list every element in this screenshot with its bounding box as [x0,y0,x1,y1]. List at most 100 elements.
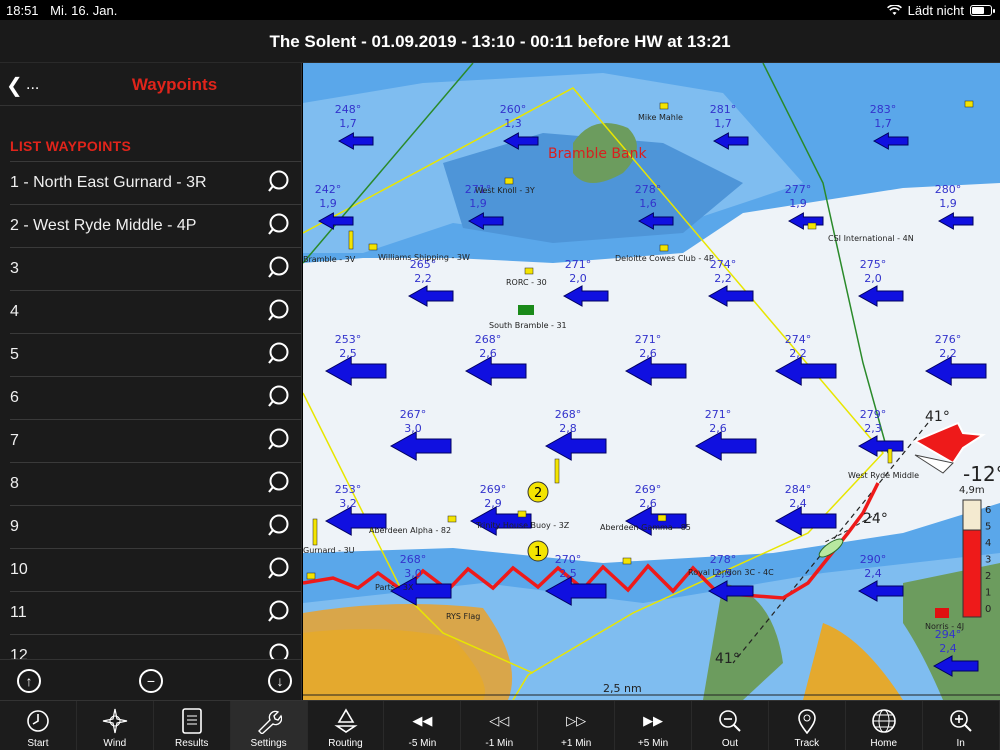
toolbar-button-in[interactable]: In [923,701,1000,750]
search-icon[interactable] [267,213,291,237]
search-icon[interactable] [267,471,291,495]
waypoint-row[interactable]: 8 [10,462,301,505]
waypoint-row[interactable]: 5 [10,333,301,376]
waypoint-row[interactable]: 2 - West Ryde Middle - 4P [10,204,301,247]
current-speed-label: 2,6 [639,497,657,510]
waypoints-panel: ❮ ... Waypoints LIST WAYPOINTS 1 - North… [0,63,302,700]
waypoint-row[interactable]: 3 [10,247,301,290]
toolbar-label: Out [721,738,739,749]
toolbar-button-track[interactable]: Track [769,701,846,750]
toolbar-button--1-min[interactable]: ◁◁ -1 Min [461,701,539,750]
rorc-label: RORC - 30 [506,278,547,287]
current-speed-label: 1,3 [504,117,522,130]
waypoint-label: 6 [10,389,19,406]
search-icon[interactable] [267,385,291,409]
toolbar-button--5-min[interactable]: ▶▶ +5 Min [615,701,693,750]
waypoint-label: 2 - West Ryde Middle - 4P [10,217,197,234]
search-icon[interactable] [267,600,291,624]
toolbar-button-results[interactable]: Results [154,701,231,750]
nautical-chart[interactable]: 248° 1,7 260° 1,3 281° 1,7 283° 1,7 242° 1,9 271° 1… [303,63,1000,700]
waypoint-row[interactable]: 9 [10,505,301,548]
toolbar-button-settings[interactable]: Settings [230,701,308,750]
toolbar-button-start[interactable]: Start [0,701,77,750]
waypoint-row[interactable]: 11 [10,591,301,634]
search-icon[interactable] [267,514,291,538]
toolbar-label: Settings [250,738,287,749]
zoom-in-icon [949,707,973,735]
current-direction-label: 248° [335,103,362,116]
search-icon[interactable] [267,299,291,323]
toolbar-button-out[interactable]: Out [692,701,769,750]
chart-canvas[interactable]: 248°1,7260°1,3281°1,7283°1,7242°1,9271°1… [303,63,1000,700]
search-icon[interactable] [267,557,291,581]
toolbar-button--5-min[interactable]: ◀◀ -5 Min [384,701,462,750]
search-icon[interactable] [267,256,291,280]
current-direction-label: 253° [335,333,362,346]
waypoint-row[interactable]: 4 [10,290,301,333]
current-direction-label: 271° [705,408,732,421]
search-icon[interactable] [267,428,291,452]
clock-icon [26,707,50,735]
rys-flag-label: RYS Flag [446,612,480,621]
red-buoy [935,608,949,618]
current-speed-label: 1,9 [319,197,337,210]
current-direction-label: 275° [860,258,887,271]
current-speed-label: 3,2 [339,497,357,510]
depth-scale-tick: 6 [985,505,991,516]
current-direction-label: 269° [635,483,662,496]
current-direction-label: 271° [565,258,592,271]
scroll-down-button[interactable]: ↓ [268,669,292,693]
depth-scale-tick: 2 [985,571,991,582]
toolbar-button--1-min[interactable]: ▷▷ +1 Min [538,701,616,750]
waypoint-row[interactable]: 10 [10,548,301,591]
panel-header: ❮ ... Waypoints [0,63,301,106]
toolbar-button-home[interactable]: Home [846,701,923,750]
current-arrow [937,212,974,230]
backward-icon: ◁◁ [489,713,510,728]
toolbar-button-wind[interactable]: Wind [77,701,154,750]
current-arrow [774,506,837,536]
current-direction-label: 280° [935,183,962,196]
compass-rose-icon [102,707,128,735]
current-arrow [389,431,452,461]
current-speed-label: 2,8 [559,422,577,435]
panel-title: Waypoints [131,75,218,94]
current-direction-label: 260° [500,103,527,116]
toolbar-label: Start [27,738,49,749]
current-speed-label: 2,2 [939,347,957,360]
wind-angle-bottom: 41° [715,651,740,667]
current-speed-label: 3,0 [404,567,422,580]
scroll-up-button[interactable]: ↑ [17,669,41,693]
current-arrow [624,356,687,386]
current-direction-label: 277° [785,183,812,196]
current-direction-label: 268° [475,333,502,346]
section-title: LIST WAYPOINTS [10,138,132,154]
toolbar-button-routing[interactable]: Routing [308,701,385,750]
deloitte-label: Deloitte Cowes Club - 4P [615,254,714,263]
current-arrow [707,285,754,307]
west-knoll-label: West Knoll - 3Y [475,186,535,195]
current-arrow [407,285,454,307]
current-arrow [544,431,607,461]
current-direction-label: 284° [785,483,812,496]
waypoint-row[interactable]: 1 - North East Gurnard - 3R [10,161,301,204]
waypoint-row[interactable]: 6 [10,376,301,419]
course-angle-label: 24° [863,511,888,527]
current-speed-label: 2,2 [414,272,432,285]
remove-waypoint-button[interactable]: − [139,669,163,693]
status-bar: 18:51 Mi. 16. Jan. Lädt nicht [0,0,1000,20]
waypoint-row[interactable]: 7 [10,419,301,462]
current-speed-label: 2,6 [479,347,497,360]
current-speed-label: 1,9 [789,197,807,210]
toolbar-label: -1 Min [485,738,514,749]
current-direction-label: 267° [400,408,427,421]
search-icon[interactable] [267,170,291,194]
parts-label: Parts - 3X [375,583,414,592]
search-icon[interactable] [267,342,291,366]
current-speed-label: 3,0 [404,422,422,435]
waypoint-label: 10 [10,561,28,578]
depth-scale-tick: 4 [985,538,991,549]
title-bar: The Solent - 01.09.2019 - 13:10 - 00:11 … [0,20,1000,63]
mike-mahle-label: Mike Mahle [638,113,683,122]
current-arrow [787,212,824,230]
